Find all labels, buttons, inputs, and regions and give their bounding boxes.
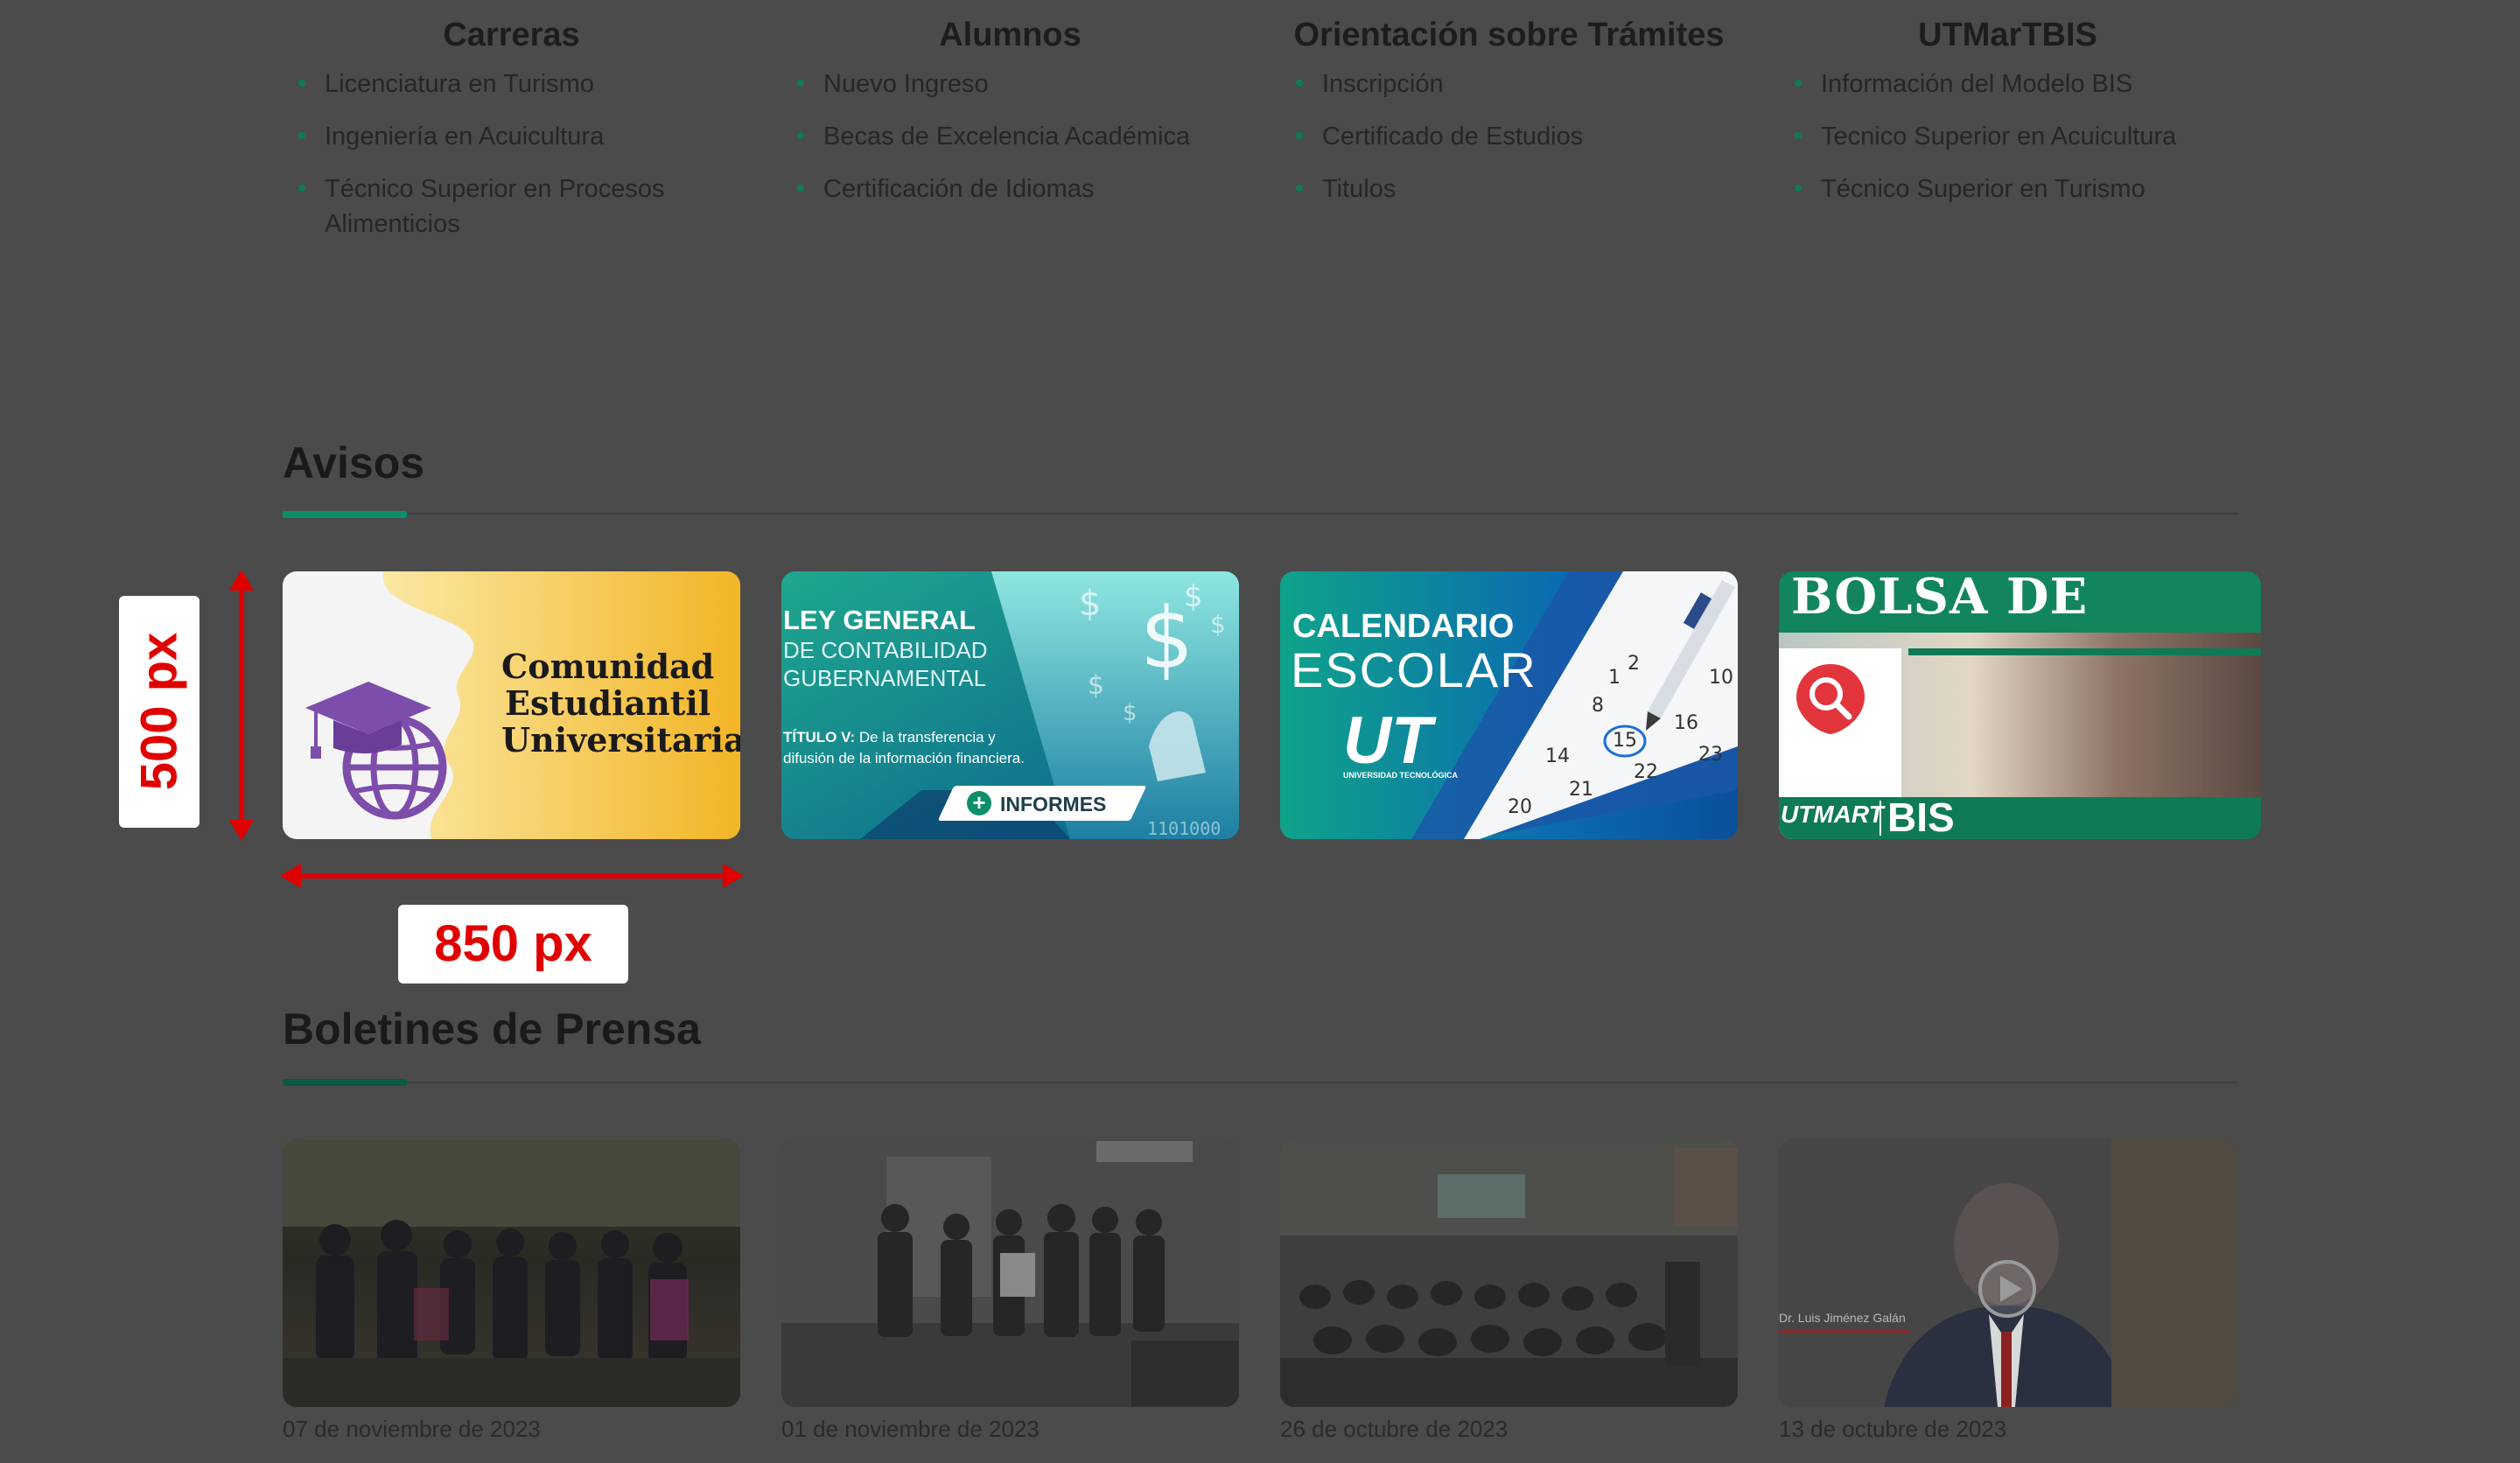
aviso-card-comunidad[interactable]: Comunidad Estudiantil Universitaria — [283, 571, 740, 839]
auditorium-photo — [1280, 1139, 1738, 1407]
calendar-day: 1 — [1608, 667, 1620, 689]
boletines-title: Boletines de Prensa — [283, 1004, 701, 1054]
link-tsu-acuicultura[interactable]: Tecnico Superior en Acuicultura — [1779, 119, 2236, 154]
pen-icon — [1646, 580, 1735, 731]
calendar-day: 22 — [1634, 761, 1658, 783]
link-ingenieria-acuicultura[interactable]: Ingeniería en Acuicultura — [283, 119, 740, 154]
body-text: De la transferencia y — [858, 729, 996, 746]
link-modelo-bis[interactable]: Información del Modelo BIS — [1779, 66, 2236, 102]
boletin-photo-2[interactable] — [781, 1139, 1239, 1407]
boletin-photo-1[interactable] — [283, 1139, 740, 1407]
search-icon — [1796, 664, 1865, 734]
video-overlay-bar — [1779, 1330, 1910, 1333]
logo-divider — [1880, 801, 1881, 836]
svg-text:$: $ — [1184, 579, 1203, 614]
calendar-day: 10 — [1709, 667, 1733, 689]
calendar-day: 20 — [1508, 796, 1532, 818]
informes-button-label: INFORMES — [1000, 793, 1107, 816]
link-certificado-estudios[interactable]: Certificado de Estudios — [1280, 119, 1738, 154]
link-titulos[interactable]: Titulos — [1280, 172, 1738, 206]
heading-line: GUBERNAMENTAL — [783, 665, 987, 691]
heading-line: Comunidad — [501, 647, 715, 686]
calendar-day: 14 — [1545, 746, 1570, 767]
link-licenciatura-turismo[interactable]: Licenciatura en Turismo — [283, 66, 740, 102]
column-title: Orientación sobre Trámites — [1293, 17, 1725, 53]
body-text: difusión de la información financiera. — [783, 750, 1025, 766]
utmart-logo: UTMART — [1781, 801, 1884, 828]
calendar-day: 8 — [1592, 695, 1604, 717]
svg-text:$: $ — [1088, 670, 1104, 701]
award-photo — [781, 1139, 1239, 1407]
column-title: Carreras — [443, 17, 580, 53]
video-name-overlay: Dr. Luis Jiménez Galán — [1779, 1311, 1906, 1325]
boletin-date: 01 de noviembre de 2023 — [781, 1416, 1040, 1442]
aviso-card-ley-general[interactable]: $ $ $ $ $ $ LEY GENERAL DE CONTABILIDAD … — [781, 571, 1239, 839]
link-becas[interactable]: Becas de Excelencia Académica — [781, 119, 1239, 154]
height-arrow — [229, 570, 254, 841]
avisos-accent — [283, 511, 407, 518]
column-carreras: Carreras Licenciatura en Turismo Ingenie… — [283, 0, 740, 259]
width-arrow — [280, 864, 744, 888]
plus-circle-icon: + — [967, 791, 991, 816]
boletin-date: 07 de noviembre de 2023 — [283, 1416, 541, 1442]
aviso-card-calendario[interactable]: CALENDARIO ESCOLAR UT UNIVERSIDAD TECNOL… — [1280, 571, 1738, 839]
boletin-date: 26 de octubre de 2023 — [1280, 1416, 1508, 1442]
column-title: Alumnos — [939, 17, 1082, 53]
svg-text:$: $ — [1123, 700, 1138, 726]
photo-stripe — [1908, 648, 2261, 655]
link-tsu-turismo[interactable]: Técnico Superior en Turismo — [1779, 172, 2236, 206]
column-title: UTMarTBIS — [1918, 17, 2097, 53]
heading-line: Universitaria — [501, 720, 740, 760]
calendar-day: 16 — [1674, 712, 1698, 734]
card-body: TÍTULO V: De la transferencia y difusión… — [783, 727, 1098, 769]
calendar-day: 2 — [1628, 653, 1640, 675]
card-heading-light: DE CONTABILIDAD GUBERNAMENTAL — [783, 636, 988, 692]
graduation-cap-icon — [305, 682, 447, 820]
aviso-card-bolsa-trabajo[interactable]: BOLSA DE TRABAJO UTMART BIS — [1779, 571, 2261, 839]
play-icon[interactable] — [1977, 1258, 2038, 1320]
binary-decoration: 1101000 — [1147, 818, 1222, 839]
calendar-day: 23 — [1698, 744, 1723, 766]
boletin-photo-4[interactable]: Dr. Luis Jiménez Galán — [1779, 1139, 2236, 1407]
heading-line: Estudiantil — [505, 683, 711, 723]
calendar-illustration: 1 2 8 10 14 15 16 20 21 22 23 — [1508, 580, 1735, 818]
svg-text:$: $ — [1079, 584, 1101, 624]
height-annotation-label: 500 px — [130, 632, 188, 791]
link-nuevo-ingreso[interactable]: Nuevo Ingreso — [781, 66, 1239, 102]
group-photo — [283, 1139, 740, 1407]
boletines-divider — [283, 1082, 2238, 1083]
link-inscripcion[interactable]: Inscripción — [1280, 66, 1738, 102]
card-heading: Comunidad Estudiantil Universitaria — [501, 648, 740, 759]
link-tecnico-procesos[interactable]: Técnico Superior en Procesos Alimenticio… — [283, 172, 692, 242]
width-annotation-label: 850 px — [398, 905, 628, 984]
avisos-title: Avisos — [283, 438, 425, 487]
height-annotation-box: 500 px — [119, 596, 200, 828]
calendar-day: 21 — [1569, 779, 1593, 801]
column-utmartbis: UTMarTBIS Información del Modelo BIS Tec… — [1779, 0, 2236, 224]
boletin-date: 13 de octubre de 2023 — [1779, 1416, 2007, 1442]
calendar-day: 15 — [1613, 730, 1637, 752]
bis-logo: BIS — [1887, 794, 1955, 839]
column-alumnos: Alumnos Nuevo Ingreso Becas de Excelenci… — [781, 0, 1239, 224]
svg-text:$: $ — [1210, 610, 1226, 639]
heading-line: DE CONTABILIDAD — [783, 637, 988, 663]
body-label: TÍTULO V: — [783, 729, 856, 746]
card-heading-bold: LEY GENERAL — [783, 605, 976, 635]
boletines-accent — [283, 1079, 407, 1086]
boletin-photo-3[interactable] — [1280, 1139, 1738, 1407]
avisos-divider — [283, 513, 2238, 514]
column-tramites: Orientación sobre Trámites Inscripción C… — [1280, 0, 1738, 224]
link-certificacion-idiomas[interactable]: Certificación de Idiomas — [781, 172, 1239, 206]
